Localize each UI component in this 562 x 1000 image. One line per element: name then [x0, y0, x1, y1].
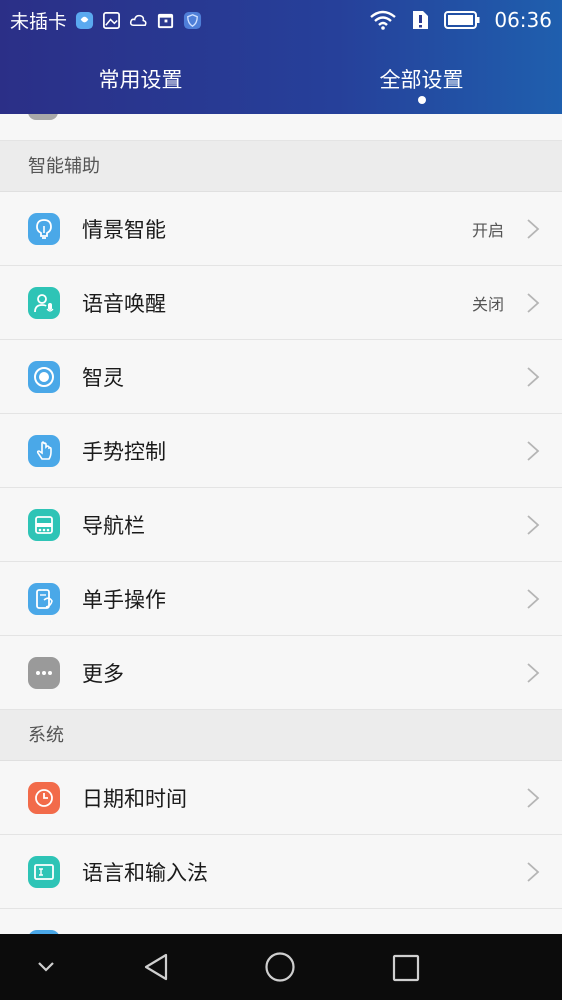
active-tab-indicator [417, 96, 426, 104]
settings-item-gesture-control[interactable]: 手势控制 [0, 414, 562, 488]
clock-icon [28, 781, 60, 814]
tab-label: 全部设置 [379, 68, 464, 92]
settings-item-one-hand-mode[interactable]: 单手操作 [0, 562, 562, 636]
settings-item-scene-intelligence[interactable]: 情景智能 开启 [0, 192, 562, 266]
tab-all-settings[interactable]: 全部设置 [281, 40, 562, 114]
chevron-right-icon [527, 292, 540, 313]
settings-item-zhiling[interactable]: 智灵 [0, 340, 562, 414]
settings-item-language-input[interactable]: 语言和输入法 [0, 835, 562, 909]
recents-icon[interactable] [392, 954, 420, 982]
tab-label: 常用设置 [98, 68, 183, 92]
section-header-assist: 智能辅助 [0, 141, 562, 192]
partial-list-item[interactable] [0, 114, 562, 141]
settings-item-voice-wakeup[interactable]: 语音唤醒 关闭 [0, 266, 562, 340]
clock: 06:36 [494, 8, 552, 32]
item-label: 情景智能 [82, 217, 166, 242]
gallery-icon [103, 11, 120, 29]
voice-user-icon [28, 286, 60, 319]
chevron-right-icon [527, 787, 540, 808]
chevron-right-icon [527, 218, 540, 239]
chevron-right-icon [527, 514, 540, 535]
chevron-right-icon [527, 588, 540, 609]
partial-list-item[interactable] [0, 909, 562, 934]
back-icon[interactable] [142, 952, 170, 982]
carrier-text: 未插卡 [10, 10, 68, 33]
chevron-down-icon[interactable] [36, 960, 56, 974]
settings-list[interactable]: 智能辅助 情景智能 开启 语音唤醒 关闭 智灵 手势控制 导航栏 单手操作 更多… [0, 114, 562, 934]
one-hand-icon [28, 582, 60, 615]
chevron-right-icon [527, 440, 540, 461]
item-label: 日期和时间 [82, 786, 187, 811]
shield-icon [183, 11, 202, 29]
navigation-bar [0, 934, 562, 1000]
section-header-system: 系统 [0, 710, 562, 761]
home-icon[interactable] [264, 951, 296, 983]
calendar-icon [157, 13, 174, 28]
item-label: 手势控制 [82, 439, 166, 464]
settings-item-date-time[interactable]: 日期和时间 [0, 761, 562, 835]
item-label: 语言和输入法 [82, 860, 208, 885]
keyboard-icon [28, 855, 60, 888]
item-label: 更多 [82, 661, 124, 686]
item-label: 导航栏 [82, 513, 145, 538]
settings-item-more[interactable]: 更多 [0, 636, 562, 710]
notification-app-icon [75, 11, 94, 29]
sim-alert-icon [413, 11, 429, 29]
partial-icon [28, 114, 58, 120]
tab-bar: 常用设置 全部设置 [0, 40, 562, 114]
settings-item-navigation-bar[interactable]: 导航栏 [0, 488, 562, 562]
battery-icon [444, 11, 480, 29]
chevron-right-icon [527, 861, 540, 882]
gesture-hand-icon [28, 434, 60, 467]
lightbulb-icon [28, 212, 60, 245]
weather-icon [129, 14, 147, 26]
item-status: 开启 [471, 220, 504, 240]
wifi-icon [370, 10, 397, 30]
item-label: 智灵 [82, 365, 124, 390]
item-status: 关闭 [471, 294, 504, 314]
item-label: 语音唤醒 [82, 291, 166, 316]
more-dots-icon [28, 656, 60, 689]
status-bar: 未插卡 06:36 [0, 0, 562, 40]
tab-common-settings[interactable]: 常用设置 [0, 40, 281, 114]
item-label: 单手操作 [82, 587, 166, 612]
chevron-right-icon [527, 662, 540, 683]
navbar-icon [28, 508, 60, 541]
chevron-right-icon [527, 366, 540, 387]
record-circle-icon [28, 360, 60, 393]
